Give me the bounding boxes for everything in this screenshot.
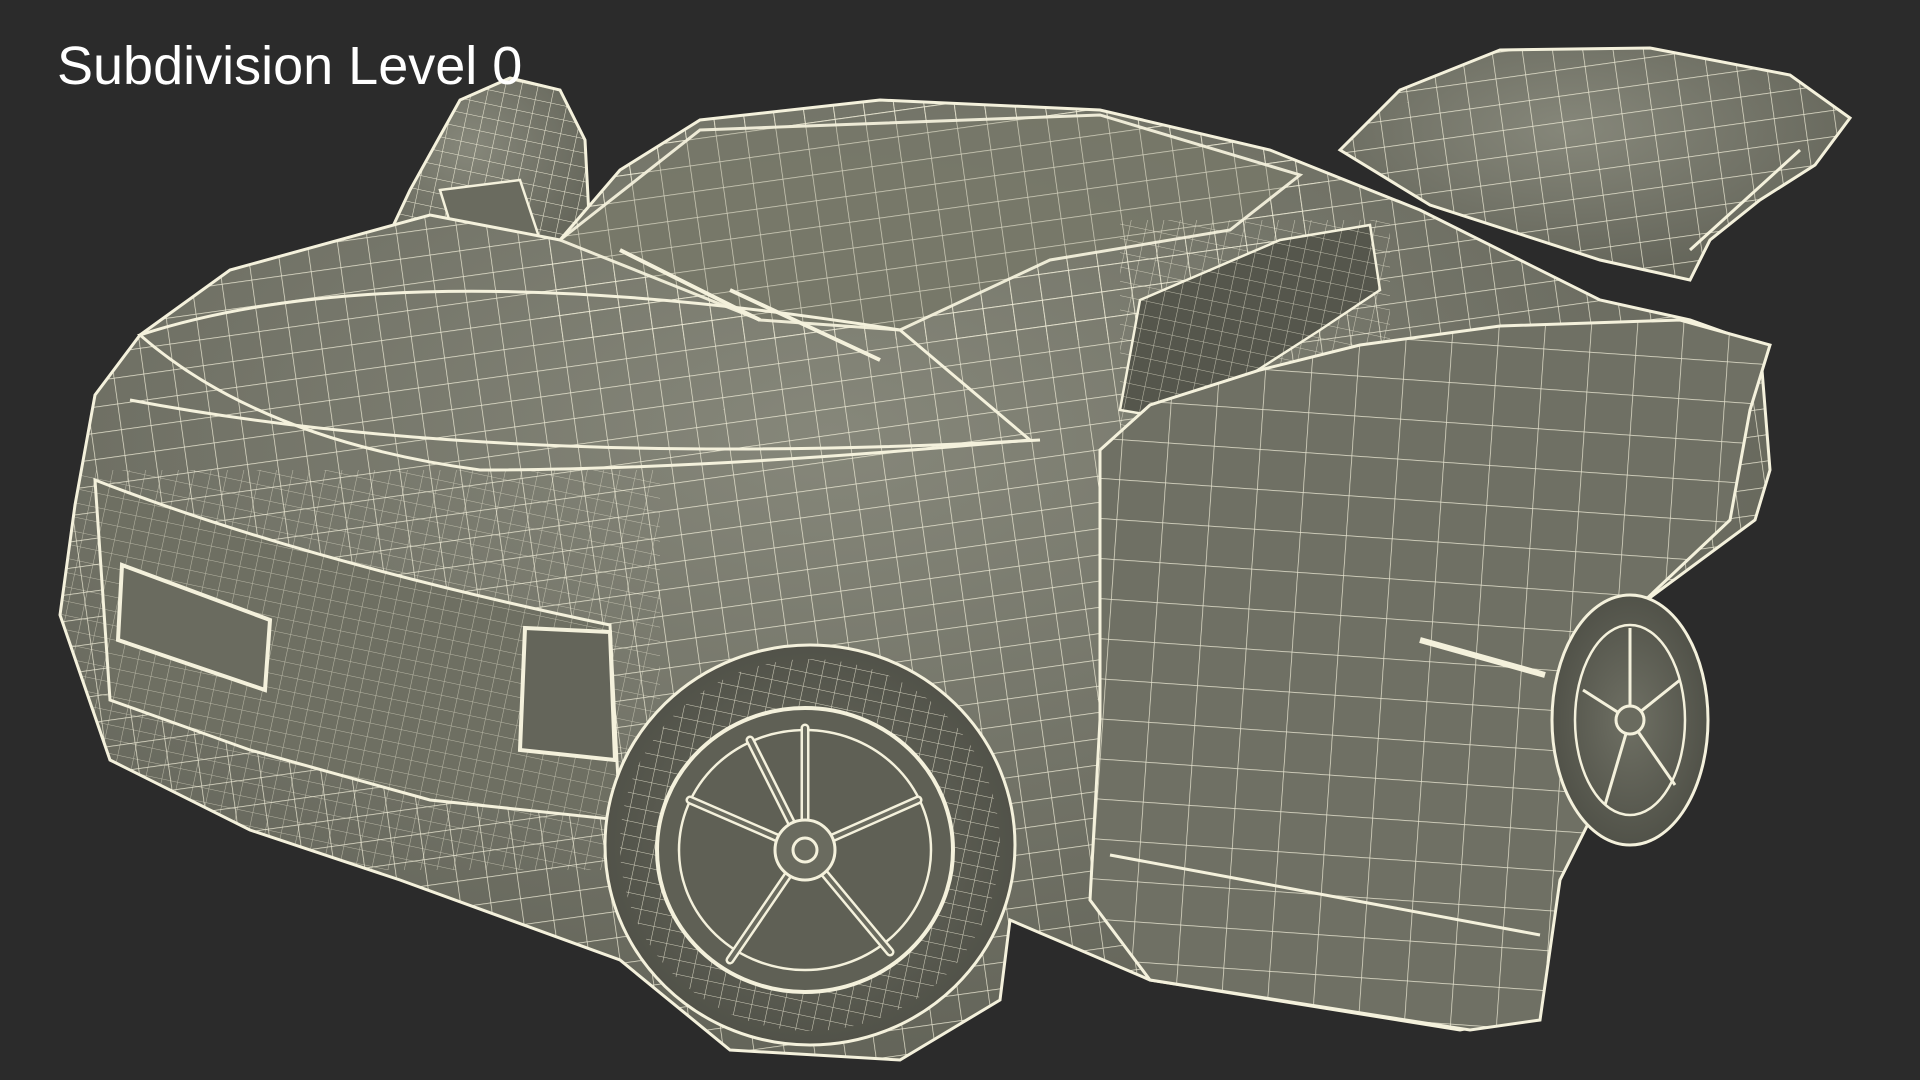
car-wireframe-render — [58, 46, 1853, 1062]
render-viewport: Subdivision Level 0 — [0, 0, 1920, 1080]
subdivision-level-label: Subdivision Level 0 — [57, 36, 523, 96]
front-wheel — [603, 643, 1017, 1047]
rear-wheel — [1550, 593, 1710, 847]
